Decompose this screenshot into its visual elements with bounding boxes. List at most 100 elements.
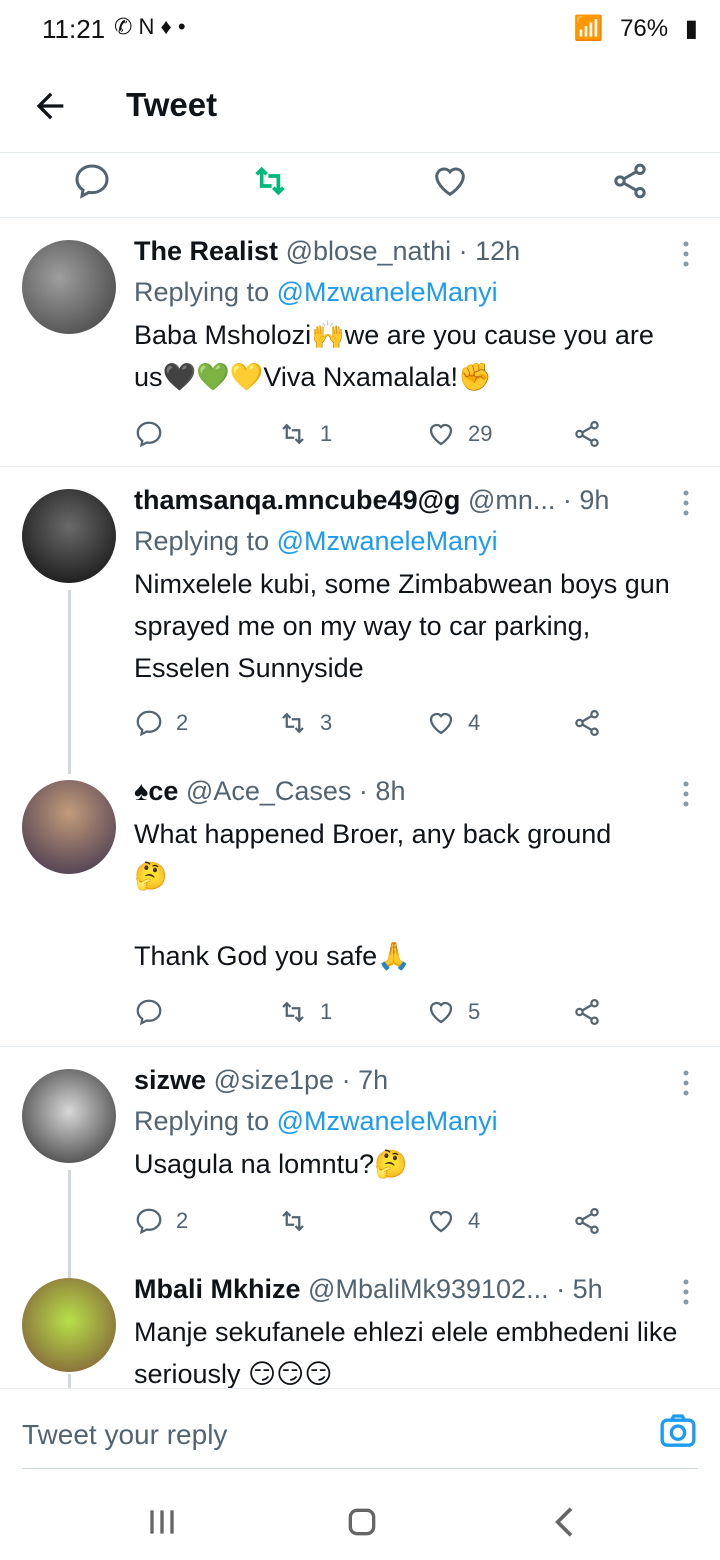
share-action[interactable] [572, 414, 614, 454]
page-title: Tweet [126, 86, 218, 123]
handle[interactable]: @Ace_Cases [186, 776, 351, 806]
tweet-actions: 2 4 [134, 1201, 686, 1241]
recents-icon[interactable] [142, 1502, 182, 1542]
avatar[interactable] [22, 780, 116, 874]
like-action[interactable]: 4 [426, 1201, 480, 1241]
back-arrow-icon[interactable] [30, 86, 70, 126]
replying-label: Replying to [134, 526, 270, 556]
retweet-icon [282, 1001, 304, 1023]
avatar[interactable] [22, 1278, 116, 1372]
home-icon[interactable] [342, 1502, 382, 1542]
status-bar: 11:21 ✆ N ♦ • 📶 76% ▮ [0, 0, 720, 58]
reply-tweet[interactable]: thamsanqa.mncube49@g @mn... · 9h Replyin… [0, 467, 720, 757]
handle[interactable]: @size1pe [214, 1065, 334, 1095]
like-action[interactable]: 5 [426, 992, 480, 1032]
camera-icon[interactable] [658, 1411, 698, 1451]
mention-link[interactable]: @MzwaneleManyi [277, 277, 498, 307]
tweet-actions: 1 29 [134, 414, 686, 454]
retweet-icon [282, 1210, 304, 1232]
replying-label: Replying to [134, 277, 270, 307]
like-count: 4 [468, 710, 481, 735]
retweet-action[interactable]: 1 [278, 992, 332, 1032]
reply-action[interactable] [134, 992, 176, 1032]
reply-icon [136, 710, 162, 737]
reply-input[interactable]: Tweet your reply [22, 1419, 227, 1451]
battery-level: 76% [620, 15, 669, 42]
retweet-action[interactable]: 1 [278, 414, 332, 454]
handle[interactable]: @mn... [468, 485, 555, 515]
display-name[interactable]: Mbali Mkhize [134, 1274, 301, 1304]
like-icon [429, 712, 453, 735]
display-name[interactable]: The Realist [134, 236, 278, 266]
notification-icons: ✆ N ♦ • [114, 14, 186, 39]
share-action[interactable] [572, 992, 614, 1032]
status-right: 📶 76% ▮ [564, 14, 699, 43]
back-icon[interactable] [546, 1502, 586, 1542]
handle[interactable]: @blose_nathi [286, 236, 452, 266]
system-nav-bar [0, 1478, 720, 1560]
battery-icon: ▮ [684, 15, 698, 42]
wifi-icon: 📶 [573, 15, 604, 42]
reply-icon[interactable] [72, 161, 112, 201]
like-icon[interactable] [430, 161, 470, 201]
avatar[interactable] [22, 489, 116, 583]
retweet-count: 3 [320, 710, 333, 735]
like-icon [429, 1001, 453, 1024]
composer-underline [22, 1468, 698, 1469]
more-options-icon[interactable] [682, 780, 690, 808]
retweet-action[interactable]: 3 [278, 703, 332, 743]
reply-icon [136, 1208, 162, 1235]
reply-composer[interactable]: Tweet your reply [0, 1388, 720, 1479]
retweet-action[interactable] [278, 1201, 320, 1241]
share-icon [575, 421, 599, 447]
tweet-text: What happened Broer, any back ground 🤔 T… [134, 813, 686, 977]
retweet-count: 1 [320, 999, 333, 1024]
tweet-actions: 1 5 [134, 992, 686, 1032]
mention-link[interactable]: @MzwaneleManyi [277, 1106, 498, 1136]
display-name[interactable]: ♠ce [134, 776, 178, 806]
reply-action[interactable]: 2 [134, 1201, 188, 1241]
reply-tweet[interactable]: Mbali Mkhize @MbaliMk939102... · 5h Manj… [0, 1256, 720, 1388]
more-options-icon[interactable] [682, 489, 690, 517]
more-options-icon[interactable] [682, 240, 690, 268]
timestamp: 9h [579, 485, 610, 515]
share-icon[interactable] [610, 161, 650, 201]
like-icon [429, 423, 453, 446]
tweet-actions: 2 3 4 [134, 703, 686, 743]
tweet-text-line: What happened Broer, any back ground [134, 819, 612, 849]
more-options-icon[interactable] [682, 1278, 690, 1306]
timestamp: 12h [475, 236, 521, 266]
tweet-text-line: Thank God you safe🙏 [134, 941, 411, 971]
more-options-icon[interactable] [682, 1069, 690, 1097]
handle[interactable]: @MbaliMk939102... [308, 1274, 549, 1304]
like-count: 5 [468, 999, 481, 1024]
avatar[interactable] [22, 240, 116, 334]
reply-tweet[interactable]: ♠ce @Ace_Cases · 8h What happened Broer,… [0, 758, 720, 1047]
share-action[interactable] [572, 1201, 614, 1241]
top-app-bar: Tweet [0, 60, 720, 153]
reply-icon [136, 421, 162, 448]
reply-tweet[interactable]: sizwe @size1pe · 7h Replying to @Mzwanel… [0, 1047, 720, 1257]
timestamp: 8h [375, 776, 406, 806]
replying-label: Replying to [134, 1106, 270, 1136]
reply-action[interactable] [134, 414, 176, 454]
reply-action[interactable]: 2 [134, 703, 188, 743]
share-icon [575, 710, 599, 736]
timestamp: 7h [358, 1065, 389, 1095]
like-count: 4 [468, 1208, 481, 1233]
timestamp: 5h [572, 1274, 603, 1304]
retweet-icon [282, 712, 304, 734]
reply-count: 2 [176, 710, 189, 735]
like-action[interactable]: 29 [426, 414, 492, 454]
reply-tweet[interactable]: The Realist @blose_nathi · 12h Replying … [0, 218, 720, 467]
retweet-icon[interactable] [250, 161, 290, 201]
tweet-text: Usagula na lomntu?🤔 [134, 1149, 408, 1179]
display-name[interactable]: thamsanqa.mncube49@g [134, 485, 460, 515]
like-action[interactable]: 4 [426, 703, 480, 743]
reply-icon [136, 999, 162, 1026]
status-time: 11:21 [42, 14, 106, 44]
mention-link[interactable]: @MzwaneleManyi [277, 526, 498, 556]
avatar[interactable] [22, 1069, 116, 1163]
display-name[interactable]: sizwe [134, 1065, 206, 1095]
share-action[interactable] [572, 703, 614, 743]
